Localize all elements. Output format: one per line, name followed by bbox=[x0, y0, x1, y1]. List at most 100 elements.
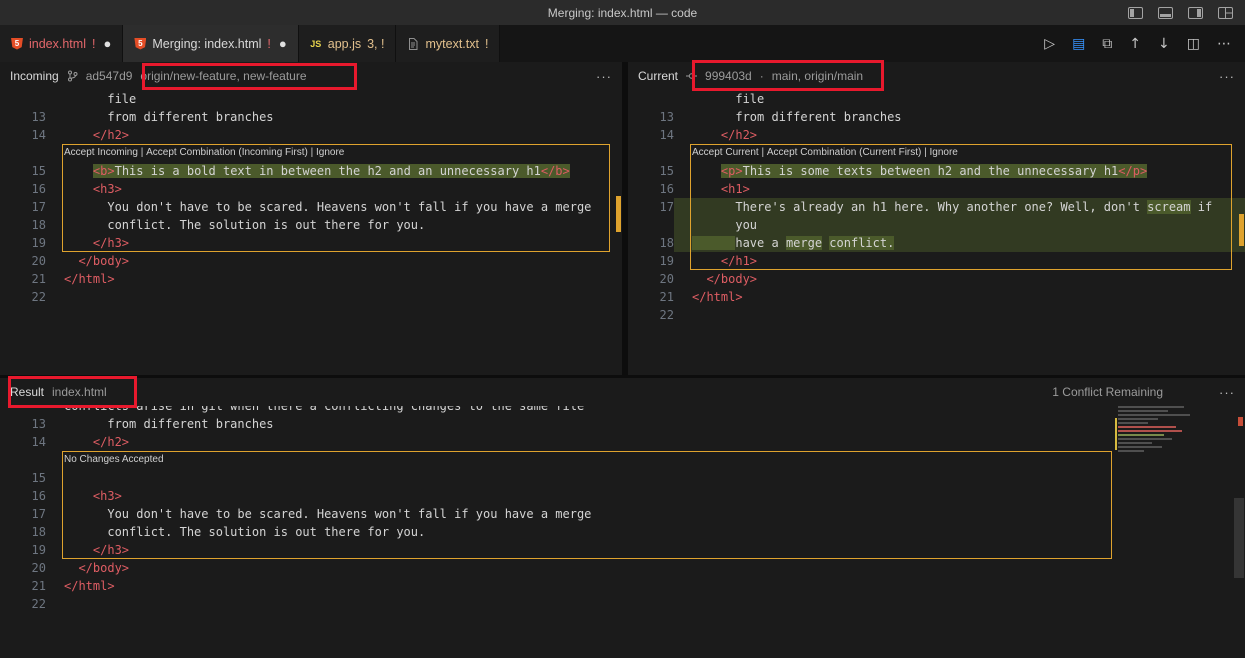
split-editor-icon[interactable]: ◫ bbox=[1187, 37, 1200, 51]
current-commit-hash: 999403d bbox=[705, 69, 752, 83]
code-line[interactable]: 17 You don't have to be scared. Heavens … bbox=[0, 505, 1245, 523]
code-line[interactable]: file bbox=[0, 90, 622, 108]
vertical-scrollbar[interactable] bbox=[1234, 498, 1244, 578]
layout-sidebar-right-icon[interactable] bbox=[1188, 7, 1203, 19]
incoming-more-actions[interactable]: ··· bbox=[596, 69, 612, 84]
line-number bbox=[628, 216, 674, 234]
minimap[interactable] bbox=[1118, 406, 1205, 458]
previous-conflict-icon[interactable]: ↑ bbox=[1129, 37, 1141, 51]
code-line[interactable]: 18 conflict. The solution is out there f… bbox=[0, 523, 1245, 541]
minimap-line bbox=[1118, 434, 1164, 436]
minimap-line bbox=[1118, 406, 1184, 408]
code-line[interactable]: 19 </h3> bbox=[0, 234, 622, 252]
minimap-line bbox=[1118, 450, 1144, 452]
code-line[interactable]: 18 conflict. The solution is out there f… bbox=[0, 216, 622, 234]
code-content: from different branches bbox=[46, 108, 622, 126]
code-line[interactable]: you bbox=[628, 216, 1245, 234]
code-content: </html> bbox=[46, 270, 622, 288]
code-line[interactable]: 22 bbox=[628, 306, 1245, 324]
code-line[interactable]: 13 from different branches bbox=[628, 108, 1245, 126]
code-line[interactable]: 16 <h3> bbox=[0, 180, 622, 198]
code-line[interactable]: 16 <h3> bbox=[0, 487, 1245, 505]
tab-merging-index-html[interactable]: 5Merging: index.html!● bbox=[123, 25, 298, 62]
code-line[interactable]: 13 from different branches bbox=[0, 108, 622, 126]
line-number: 16 bbox=[0, 487, 46, 505]
next-conflict-icon[interactable]: ↓ bbox=[1158, 37, 1170, 51]
merge-action-ignore[interactable]: Ignore bbox=[316, 144, 344, 162]
incoming-editor[interactable]: file13 from different branches14 </h2>Ac… bbox=[0, 90, 622, 306]
layout-sidebar-left-icon[interactable] bbox=[1128, 7, 1143, 19]
tab-label: index.html bbox=[29, 37, 86, 51]
minimap-line bbox=[1118, 430, 1182, 432]
copy-icon[interactable]: ⧉ bbox=[1102, 37, 1112, 51]
more-actions-icon[interactable]: ⋯ bbox=[1217, 37, 1231, 51]
code-line[interactable]: 14 </h2> bbox=[0, 126, 622, 144]
code-line[interactable]: 21</html> bbox=[0, 270, 622, 288]
incoming-pane-header: Incoming ad547d9 origin/new-feature, new… bbox=[0, 62, 622, 90]
tab-app-js[interactable]: JSapp.js3, ! bbox=[299, 25, 397, 62]
code-content: </h3> bbox=[46, 541, 1245, 559]
code-line[interactable]: 13 from different branches bbox=[0, 415, 1245, 433]
current-editor[interactable]: file13 from different branches14 </h2>Ac… bbox=[628, 90, 1245, 324]
code-line[interactable]: 20 </body> bbox=[628, 270, 1245, 288]
layout-customize-icon[interactable] bbox=[1218, 7, 1233, 19]
code-content: <h1> bbox=[674, 180, 1245, 198]
code-line[interactable]: 21</html> bbox=[0, 577, 1245, 595]
merge-action-accept-incoming[interactable]: Accept Incoming bbox=[64, 144, 138, 162]
tab-decoration: ! bbox=[267, 37, 270, 51]
line-number: 17 bbox=[0, 505, 46, 523]
titlebar: Merging: index.html — code bbox=[0, 0, 1245, 25]
code-line[interactable]: 18 have a merge conflict. bbox=[628, 234, 1245, 252]
code-line[interactable]: 14 </h2> bbox=[628, 126, 1245, 144]
code-line[interactable]: 16 <h1> bbox=[628, 180, 1245, 198]
line-number: 22 bbox=[0, 595, 46, 613]
line-number: 16 bbox=[628, 180, 674, 198]
line-number: 15 bbox=[0, 162, 46, 180]
merge-action-ignore[interactable]: Ignore bbox=[930, 144, 958, 162]
html5-icon: 5 bbox=[134, 38, 146, 50]
minimap-line bbox=[1118, 418, 1158, 420]
dirty-indicator: ● bbox=[103, 37, 111, 50]
merge-action-accept-combination-incoming-first-[interactable]: Accept Combination (Incoming First) bbox=[146, 144, 308, 162]
code-line[interactable]: 14 </h2> bbox=[0, 433, 1245, 451]
code-line[interactable]: 15 <p>This is some texts between h2 and … bbox=[628, 162, 1245, 180]
code-content: conflict. The solution is out there for … bbox=[46, 216, 622, 234]
minimap-line bbox=[1118, 426, 1176, 428]
git-branch-icon bbox=[67, 70, 78, 82]
code-line[interactable]: 15 bbox=[0, 469, 1245, 487]
code-line[interactable]: file bbox=[628, 90, 1245, 108]
lens-separator: | bbox=[138, 144, 146, 162]
code-line[interactable]: 21</html> bbox=[628, 288, 1245, 306]
tab-label: mytext.txt bbox=[425, 37, 478, 51]
merge-actions: No Changes Accepted bbox=[46, 451, 1245, 469]
code-line[interactable]: 22 bbox=[0, 595, 1245, 613]
merge-action-accept-current[interactable]: Accept Current bbox=[692, 144, 759, 162]
layout-panel-icon[interactable] bbox=[1158, 7, 1173, 19]
code-line[interactable]: 22 bbox=[0, 288, 622, 306]
code-line[interactable]: 20 </body> bbox=[0, 559, 1245, 577]
code-line[interactable]: 19 </h1> bbox=[628, 252, 1245, 270]
code-content: <h3> bbox=[46, 180, 622, 198]
code-content: You don't have to be scared. Heavens won… bbox=[46, 505, 1245, 523]
line-number: 18 bbox=[0, 523, 46, 541]
titlebar-layout-icons bbox=[1128, 0, 1233, 25]
result-more-actions[interactable]: ··· bbox=[1219, 385, 1235, 400]
code-content: </h2> bbox=[46, 433, 1245, 451]
code-content: </html> bbox=[46, 577, 1245, 595]
result-editor[interactable]: Conflicts arise in git when there a conf… bbox=[0, 397, 1245, 613]
run-icon[interactable]: ▷ bbox=[1044, 37, 1055, 51]
tab-index-html[interactable]: 5index.html!● bbox=[0, 25, 123, 62]
tab-mytext-txt[interactable]: mytext.txt! bbox=[396, 25, 500, 62]
merge-action-accept-combination-current-first-[interactable]: Accept Combination (Current First) bbox=[767, 144, 922, 162]
code-line[interactable]: 17 There's already an h1 here. Why anoth… bbox=[628, 198, 1245, 216]
code-content: conflict. The solution is out there for … bbox=[46, 523, 1245, 541]
code-content: from different branches bbox=[46, 415, 1245, 433]
code-line[interactable]: 15 <b>This is a bold text in between the… bbox=[0, 162, 622, 180]
code-line[interactable]: 20 </body> bbox=[0, 252, 622, 270]
tab-decoration: ! bbox=[485, 37, 488, 51]
line-number bbox=[0, 451, 46, 469]
current-more-actions[interactable]: ··· bbox=[1219, 69, 1235, 84]
open-changes-icon[interactable]: ▤ bbox=[1072, 37, 1085, 51]
code-line[interactable]: 19 </h3> bbox=[0, 541, 1245, 559]
code-line[interactable]: 17 You don't have to be scared. Heavens … bbox=[0, 198, 622, 216]
